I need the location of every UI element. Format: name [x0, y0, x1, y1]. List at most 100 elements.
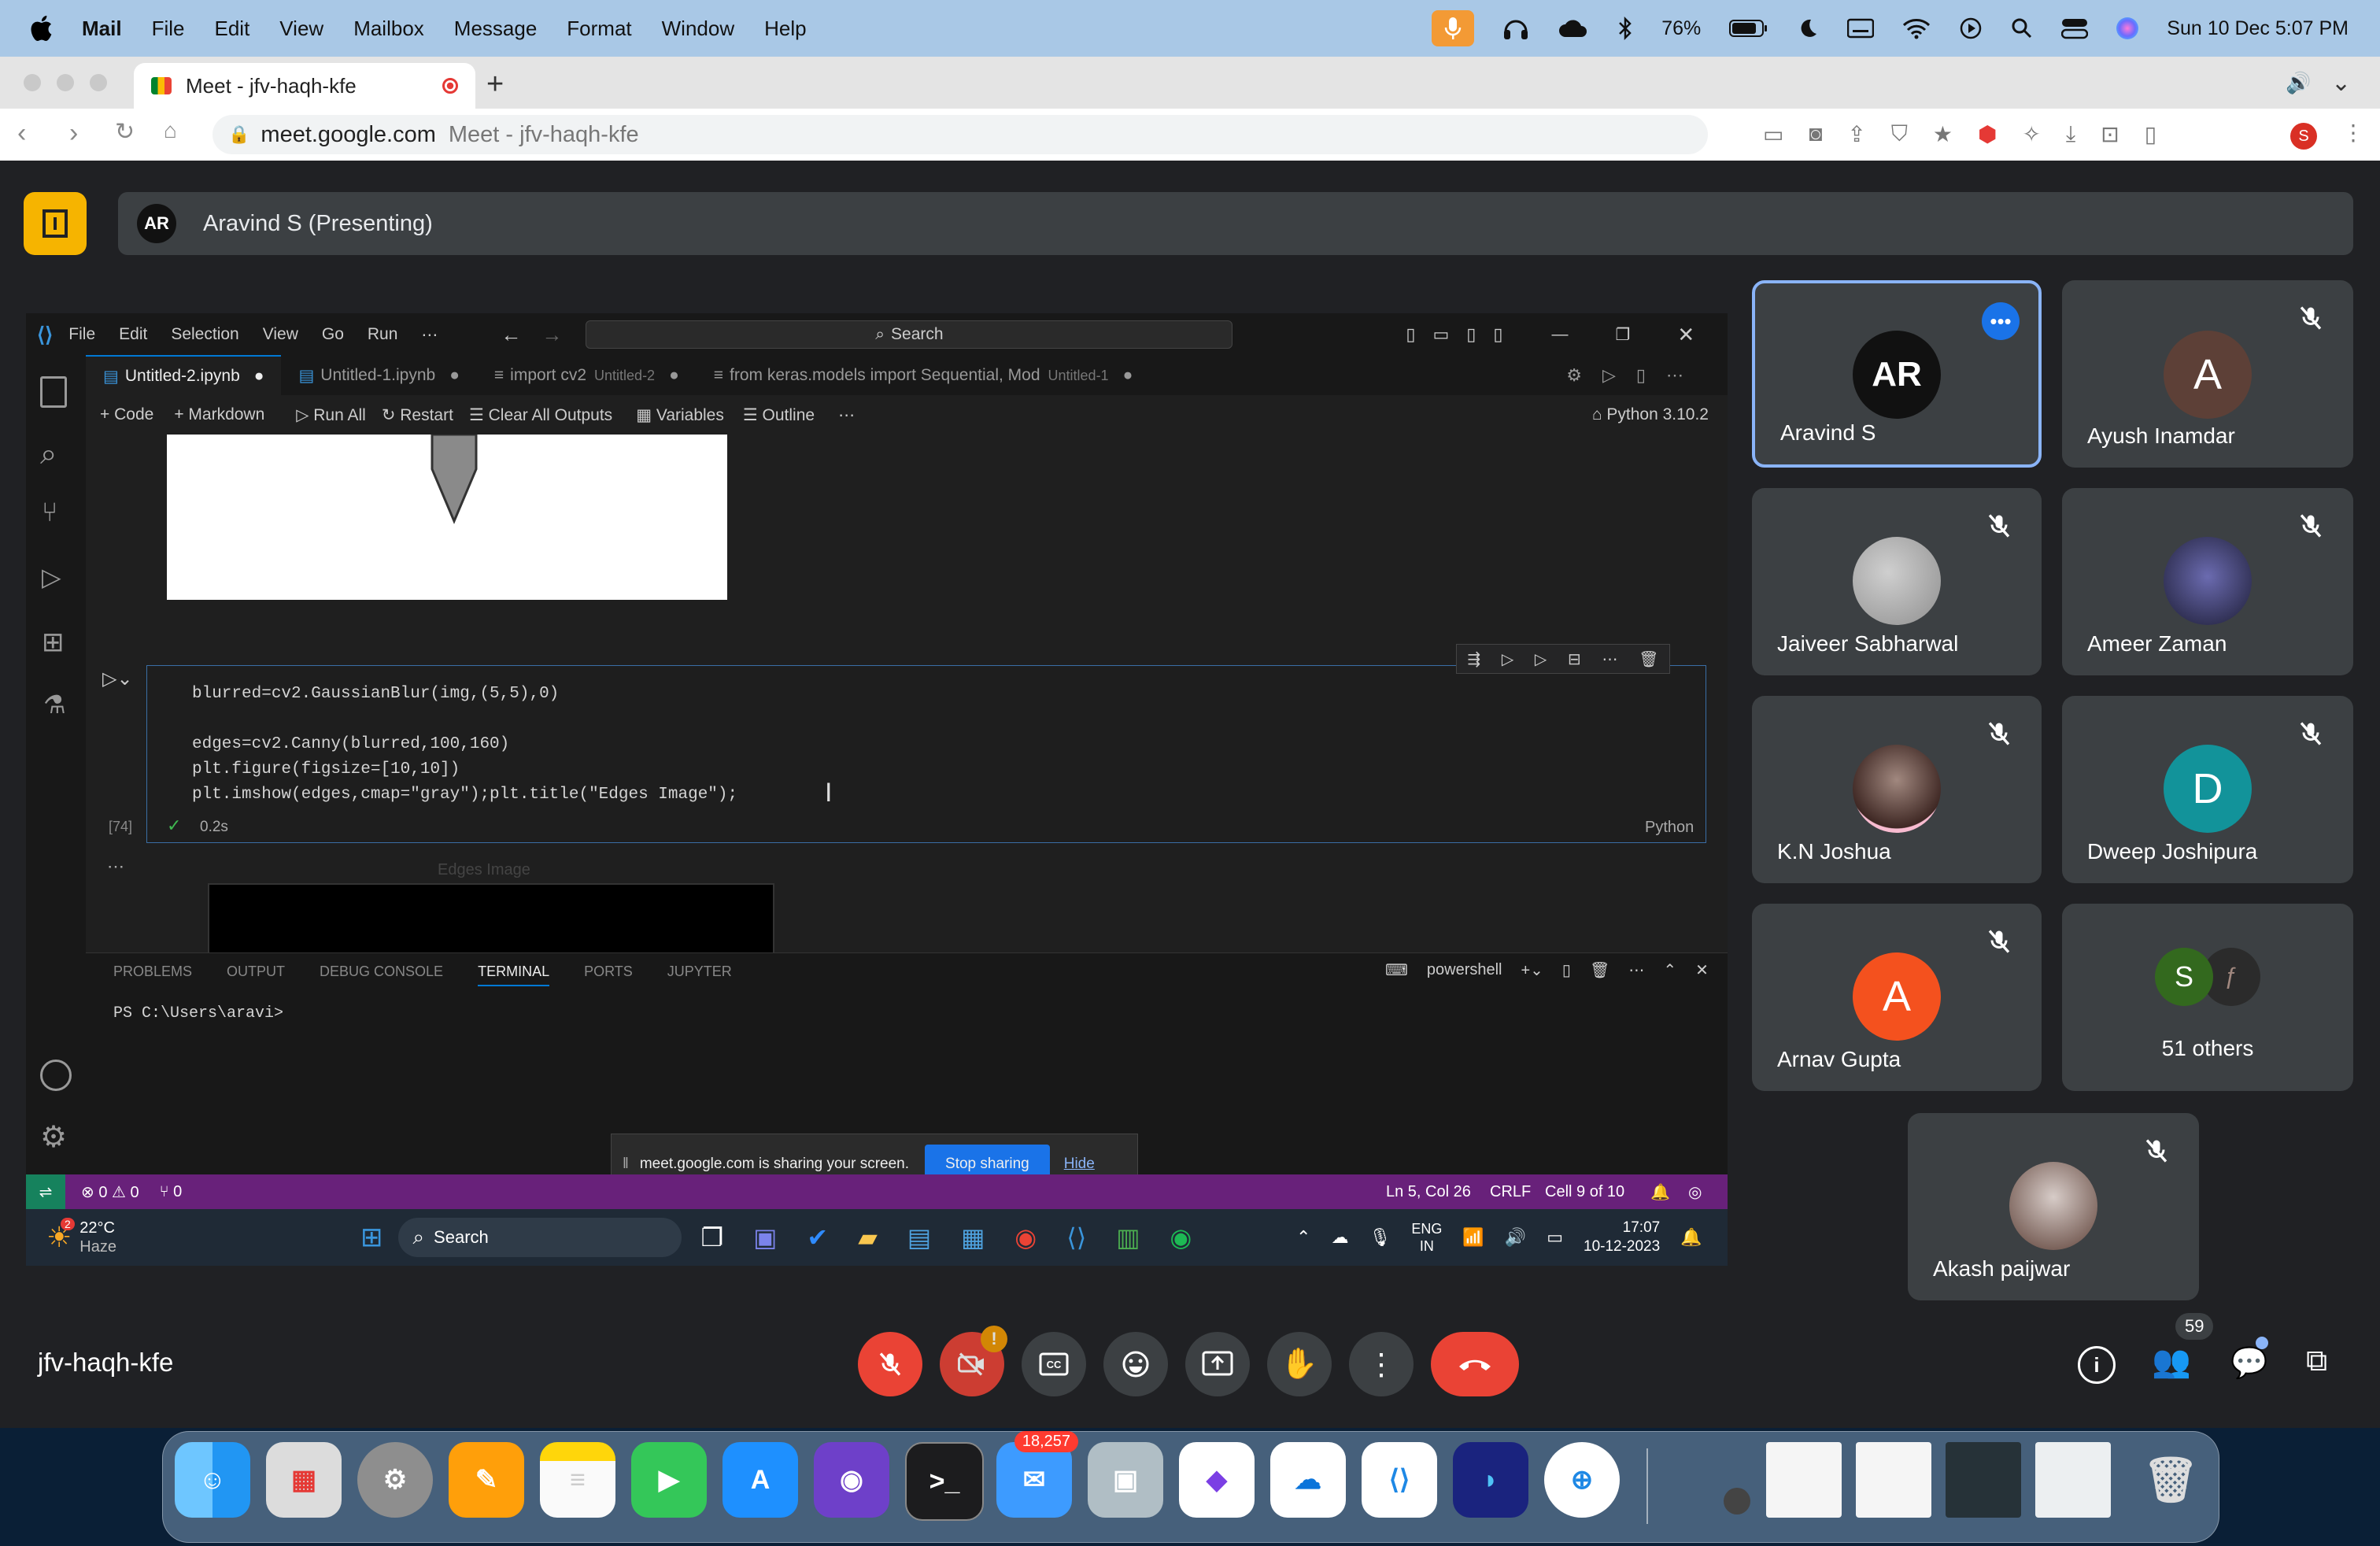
panel-tab-problems[interactable]: PROBLEMS [113, 963, 192, 986]
clear-outputs-button[interactable]: ☰ Clear All Outputs [469, 405, 612, 425]
participant-tile-dweep[interactable]: D Dweep Joshipura [2062, 696, 2353, 883]
code-line-3[interactable]: edges=cv2.Canny(blurred,100,160) [192, 735, 509, 753]
cursor-position[interactable]: Ln 5, Col 26 [1386, 1183, 1471, 1201]
terminal-shell-icon[interactable]: ⌨ [1385, 960, 1408, 980]
vsc-menu-run[interactable]: Run [368, 325, 398, 344]
menu-app-name[interactable]: Mail [82, 17, 122, 41]
browser-tab-meet[interactable]: Meet - jfv-haqh-kfe [134, 63, 475, 109]
clock-datetime[interactable]: Sun 10 Dec 5:07 PM [2167, 17, 2349, 40]
participant-tile-ameer[interactable]: Ameer Zaman [2062, 488, 2353, 675]
window-zoom-light[interactable] [90, 74, 107, 91]
hide-notice-link[interactable]: Hide [1064, 1156, 1095, 1173]
camera-blocked-icon[interactable]: ◙ [1809, 121, 1822, 147]
brave-shield-icon[interactable]: ⛉ [1891, 121, 1908, 147]
vscode-dock-icon[interactable]: ⟨⟩ [1362, 1442, 1437, 1518]
taskbar-notification-icon[interactable]: 🔔 [1680, 1227, 1702, 1248]
add-code-button[interactable]: + Code [100, 405, 153, 424]
vsc-layout-icons[interactable]: ▯▭▯▯ [1406, 324, 1520, 345]
raise-hand-button[interactable]: ✋ [1267, 1332, 1332, 1396]
run-above-icon[interactable]: ⇶ [1467, 649, 1480, 669]
spotify-icon[interactable]: ◉ [1170, 1222, 1192, 1252]
speaker-icon[interactable]: 🔊 [2286, 71, 2311, 95]
app-mindmap-icon[interactable]: ▤ [907, 1222, 931, 1252]
vsc-menu-view[interactable]: View [263, 325, 298, 344]
window-close-light[interactable] [24, 74, 41, 91]
vsc-menu-go[interactable]: Go [322, 325, 344, 344]
headphones-icon[interactable] [1502, 16, 1529, 41]
editor-actions[interactable]: ⚙▷▯⋯ [1566, 365, 1704, 386]
menu-mailbox[interactable]: Mailbox [353, 17, 424, 41]
editor-tab-import-cv2[interactable]: ≡ import cv2 Untitled-2 ● [477, 356, 697, 395]
window-minimize-light[interactable] [57, 74, 74, 91]
leave-call-button[interactable] [1431, 1332, 1519, 1396]
notes-icon[interactable]: ≡ [540, 1442, 615, 1518]
cell-position[interactable]: Cell 9 of 10 [1545, 1183, 1624, 1201]
kernel-picker[interactable]: ⌂ Python 3.10.2 [1592, 405, 1709, 424]
tray-battery-icon[interactable]: ▭ [1547, 1227, 1563, 1248]
participant-tile-aravind[interactable]: AR ••• Aravind S [1752, 280, 2042, 468]
line-ending[interactable]: CRLF [1490, 1183, 1531, 1201]
code-line-5[interactable]: plt.imshow(edges,cmap="gray");plt.title(… [192, 786, 737, 804]
panel-tab-jupyter[interactable]: JUPYTER [667, 963, 732, 986]
sidebar-icon[interactable]: ▯ [2145, 121, 2156, 147]
source-control-icon[interactable]: ⑂ [42, 497, 57, 528]
terminal-prompt[interactable]: PS C:\Users\aravi> [113, 1004, 283, 1023]
tray-chevron-icon[interactable]: ⌃ [1296, 1227, 1310, 1248]
vsc-menu-edit[interactable]: Edit [119, 325, 147, 344]
taskbar-time[interactable]: 17:07 [1584, 1219, 1661, 1237]
more-options-button[interactable]: ⋮ [1349, 1332, 1414, 1396]
region-label[interactable]: IN [1411, 1237, 1442, 1255]
system-settings-icon[interactable]: ⚙ [357, 1442, 433, 1518]
vsc-menu-more[interactable]: ⋯ [421, 325, 438, 345]
cast-icon[interactable]: ▭ [1763, 121, 1783, 147]
address-bar[interactable]: 🔒 meet.google.com Meet - jfv-haqh-kfe [213, 115, 1708, 154]
vsc-minimize-icon[interactable]: — [1552, 325, 1569, 344]
siri-icon[interactable] [2116, 17, 2139, 39]
vsc-command-search[interactable]: ⌕ Search [586, 320, 1233, 349]
run-debug-icon[interactable]: ▷ [42, 562, 61, 592]
adblock-icon[interactable]: ⬢ [1978, 121, 1997, 147]
restart-button[interactable]: ↻ Restart [382, 405, 453, 425]
editor-tab-untitled-2[interactable]: ▤ Untitled-2.ipynb ● [86, 355, 282, 396]
forward-icon[interactable]: › [69, 118, 78, 149]
run-all-button[interactable]: ▷ Run All [296, 405, 366, 425]
tray-wifi-icon[interactable]: 📶 [1462, 1227, 1484, 1248]
bluetooth-icon[interactable] [1617, 16, 1633, 41]
participant-tile-akash[interactable]: Akash paijwar [1908, 1113, 2199, 1300]
todo-icon[interactable]: ✔ [807, 1222, 828, 1252]
cell-toolbar[interactable]: ⇶ ▷ ▷ ⊟ ⋯ 🗑 [1456, 644, 1670, 674]
menu-help[interactable]: Help [764, 17, 806, 41]
panel-tab-terminal[interactable]: TERMINAL [478, 963, 550, 986]
terminal-icon[interactable]: >_ [905, 1442, 984, 1521]
onedrive-dock-icon[interactable]: ☁ [1270, 1442, 1346, 1518]
remote-indicator-icon[interactable]: ⇌ [26, 1174, 65, 1209]
panel-tab-debug-console[interactable]: DEBUG CONSOLE [320, 963, 443, 986]
split-cell-icon[interactable]: ⊟ [1568, 649, 1581, 669]
unsaved-dot-icon[interactable]: ● [449, 366, 460, 385]
apple-icon[interactable] [27, 13, 58, 44]
unsaved-dot-icon[interactable]: ● [1123, 366, 1133, 385]
menu-view[interactable]: View [279, 17, 323, 41]
back-icon[interactable]: ‹ [17, 118, 26, 149]
run-cell-icon[interactable]: ▷⌄ [102, 668, 133, 690]
facetime-icon[interactable]: ▶ [631, 1442, 707, 1518]
windows-search-box[interactable]: ⌕ Search [398, 1218, 682, 1257]
participant-tile-joshua[interactable]: K.N Joshua [1752, 696, 2042, 883]
battery-icon[interactable] [1729, 19, 1768, 38]
weather-widget[interactable]: ☀ 2 22°C Haze [46, 1218, 116, 1256]
unsaved-dot-icon[interactable]: ● [669, 366, 679, 385]
vscode-taskbar-icon[interactable]: ⟨⟩ [1066, 1222, 1086, 1252]
outline-button[interactable]: ☰ Outline [743, 405, 815, 425]
camera-toggle-button[interactable]: ! [940, 1326, 1007, 1396]
tab-search-chevron-icon[interactable]: ⌄ [2331, 69, 2351, 97]
preview-icon[interactable]: ▣ [1088, 1442, 1163, 1518]
drag-handle-icon[interactable]: ‖ [623, 1156, 629, 1173]
menu-window[interactable]: Window [662, 17, 734, 41]
app-store-icon[interactable]: A [722, 1442, 798, 1518]
download-icon[interactable]: ⤓ [2066, 121, 2075, 147]
activities-icon[interactable]: ⧉ [2306, 1344, 2327, 1378]
spotlight-search-icon[interactable] [2011, 17, 2033, 39]
maximize-panel-icon[interactable]: ⌃ [1663, 960, 1676, 980]
output-more-icon[interactable]: ⋯ [107, 856, 124, 877]
microphone-toggle-button[interactable] [858, 1332, 922, 1396]
